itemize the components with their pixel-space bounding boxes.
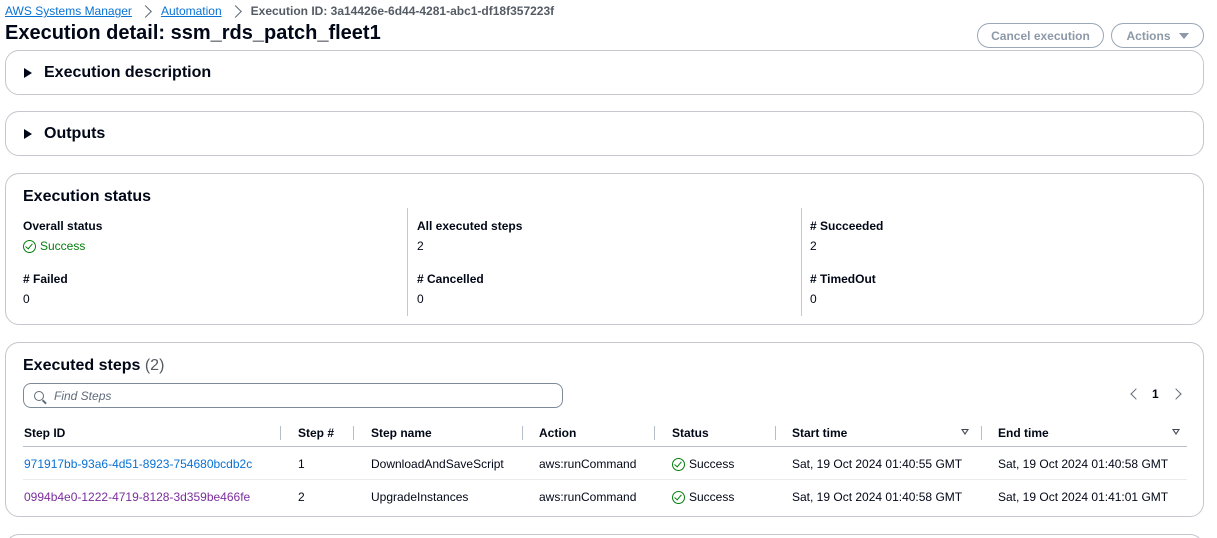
table-row: 971917bb-93a6-4d51-8923-754680bcdb2c 1 D… bbox=[23, 447, 1187, 480]
chevron-left-icon[interactable] bbox=[1130, 388, 1142, 400]
overall-status-value: Success bbox=[23, 239, 85, 253]
status-column-1: Overall status Success # Failed 0 bbox=[23, 208, 413, 316]
outputs-title: Outputs bbox=[44, 124, 106, 142]
step-status: Success bbox=[672, 457, 734, 471]
execution-status-panel: Execution status Overall status Success … bbox=[5, 173, 1204, 325]
column-resizer[interactable] bbox=[522, 426, 523, 440]
search-icon bbox=[34, 390, 44, 401]
timedout-value: 0 bbox=[810, 292, 817, 306]
execution-status-title: Execution status bbox=[23, 188, 152, 205]
all-executed-steps-value: 2 bbox=[417, 239, 424, 253]
expand-triangle-icon bbox=[24, 67, 32, 78]
column-resizer[interactable] bbox=[654, 426, 655, 440]
column-header-step-num[interactable]: Step # bbox=[298, 426, 334, 440]
success-check-icon bbox=[672, 490, 685, 504]
breadcrumb-link-automation[interactable]: Automation bbox=[161, 4, 222, 18]
step-status: Success bbox=[672, 490, 734, 504]
cancel-execution-button[interactable]: Cancel execution bbox=[977, 23, 1104, 48]
column-resizer[interactable] bbox=[981, 426, 982, 440]
cancelled-value: 0 bbox=[417, 292, 424, 306]
failed-label: # Failed bbox=[23, 272, 68, 286]
find-steps-search[interactable] bbox=[23, 383, 563, 408]
actions-label: Actions bbox=[1126, 28, 1171, 43]
column-resizer[interactable] bbox=[280, 426, 281, 440]
page-number[interactable]: 1 bbox=[1152, 387, 1159, 401]
overall-status-text: Success bbox=[40, 239, 86, 253]
timedout-label: # TimedOut bbox=[810, 272, 876, 286]
execution-description-panel[interactable]: Execution description bbox=[5, 50, 1204, 95]
cancelled-label: # Cancelled bbox=[417, 272, 484, 286]
step-name: UpgradeInstances bbox=[371, 490, 469, 504]
column-header-step-name[interactable]: Step name bbox=[371, 426, 432, 440]
table-header-row: Step ID Step # Step name Action Status S… bbox=[23, 419, 1187, 447]
executed-steps-panel: Executed steps (2) 1 Step ID Step # Step… bbox=[5, 342, 1204, 517]
step-start-time: Sat, 19 Oct 2024 01:40:55 GMT bbox=[792, 457, 963, 471]
step-id-link[interactable]: 0994b4e0-1222-4719-8128-3d359be466fe bbox=[24, 490, 250, 504]
success-check-icon bbox=[672, 457, 685, 471]
column-header-end-time[interactable]: End time bbox=[998, 426, 1049, 440]
column-header-start-time[interactable]: Start time bbox=[792, 426, 847, 440]
column-header-step-id[interactable]: Step ID bbox=[24, 426, 65, 440]
breadcrumb: AWS Systems Manager Automation Execution… bbox=[5, 3, 554, 19]
caret-down-icon bbox=[1178, 32, 1189, 39]
step-end-time: Sat, 19 Oct 2024 01:41:01 GMT bbox=[998, 490, 1169, 504]
overall-status-label: Overall status bbox=[23, 219, 103, 233]
success-check-icon bbox=[23, 239, 36, 253]
table-row: 0994b4e0-1222-4719-8128-3d359be466fe 2 U… bbox=[23, 480, 1187, 513]
succeeded-label: # Succeeded bbox=[810, 219, 884, 233]
column-resizer[interactable] bbox=[353, 426, 354, 440]
chevron-right-icon bbox=[228, 4, 242, 18]
step-end-time: Sat, 19 Oct 2024 01:40:58 GMT bbox=[998, 457, 1169, 471]
breadcrumb-link-systems-manager[interactable]: AWS Systems Manager bbox=[5, 4, 132, 18]
breadcrumb-current-execution: Execution ID: 3a14426e-6d44-4281-abc1-df… bbox=[250, 4, 555, 18]
step-action: aws:runCommand bbox=[539, 457, 637, 471]
steps-table: Step ID Step # Step name Action Status S… bbox=[23, 419, 1187, 513]
next-panel-edge bbox=[5, 534, 1204, 538]
execution-description-title: Execution description bbox=[44, 63, 212, 81]
step-status-text: Success bbox=[689, 490, 735, 504]
step-number: 2 bbox=[298, 490, 305, 504]
chevron-right-icon bbox=[139, 4, 152, 18]
outputs-panel[interactable]: Outputs bbox=[5, 111, 1204, 156]
succeeded-value: 2 bbox=[810, 239, 817, 253]
status-column-2: All executed steps 2 # Cancelled 0 bbox=[407, 208, 797, 316]
step-status-text: Success bbox=[689, 457, 735, 471]
column-header-status[interactable]: Status bbox=[672, 426, 709, 440]
page-title: Execution detail: ssm_rds_patch_fleet1 bbox=[5, 22, 381, 44]
executed-steps-count: (2) bbox=[144, 357, 165, 374]
column-resizer[interactable] bbox=[775, 426, 776, 440]
find-steps-input[interactable] bbox=[54, 388, 524, 403]
column-header-action[interactable]: Action bbox=[539, 426, 576, 440]
executed-steps-title-text: Executed steps bbox=[23, 357, 141, 374]
step-number: 1 bbox=[298, 457, 305, 471]
status-column-3: # Succeeded 2 # TimedOut 0 bbox=[801, 208, 1191, 316]
failed-value: 0 bbox=[23, 292, 30, 306]
all-executed-steps-label: All executed steps bbox=[417, 219, 523, 233]
cancel-execution-label: Cancel execution bbox=[991, 28, 1090, 43]
step-id-link[interactable]: 971917bb-93a6-4d51-8923-754680bcdb2c bbox=[24, 457, 252, 471]
chevron-right-icon[interactable] bbox=[1170, 388, 1182, 400]
sort-descending-icon[interactable] bbox=[1172, 429, 1180, 435]
executed-steps-title: Executed steps (2) bbox=[23, 357, 164, 375]
step-name: DownloadAndSaveScript bbox=[371, 457, 504, 471]
expand-triangle-icon bbox=[24, 128, 32, 139]
actions-dropdown-button[interactable]: Actions bbox=[1111, 23, 1204, 48]
step-start-time: Sat, 19 Oct 2024 01:40:58 GMT bbox=[792, 490, 963, 504]
sort-descending-icon[interactable] bbox=[961, 429, 969, 435]
step-action: aws:runCommand bbox=[539, 490, 637, 504]
pagination: 1 bbox=[1126, 387, 1182, 401]
